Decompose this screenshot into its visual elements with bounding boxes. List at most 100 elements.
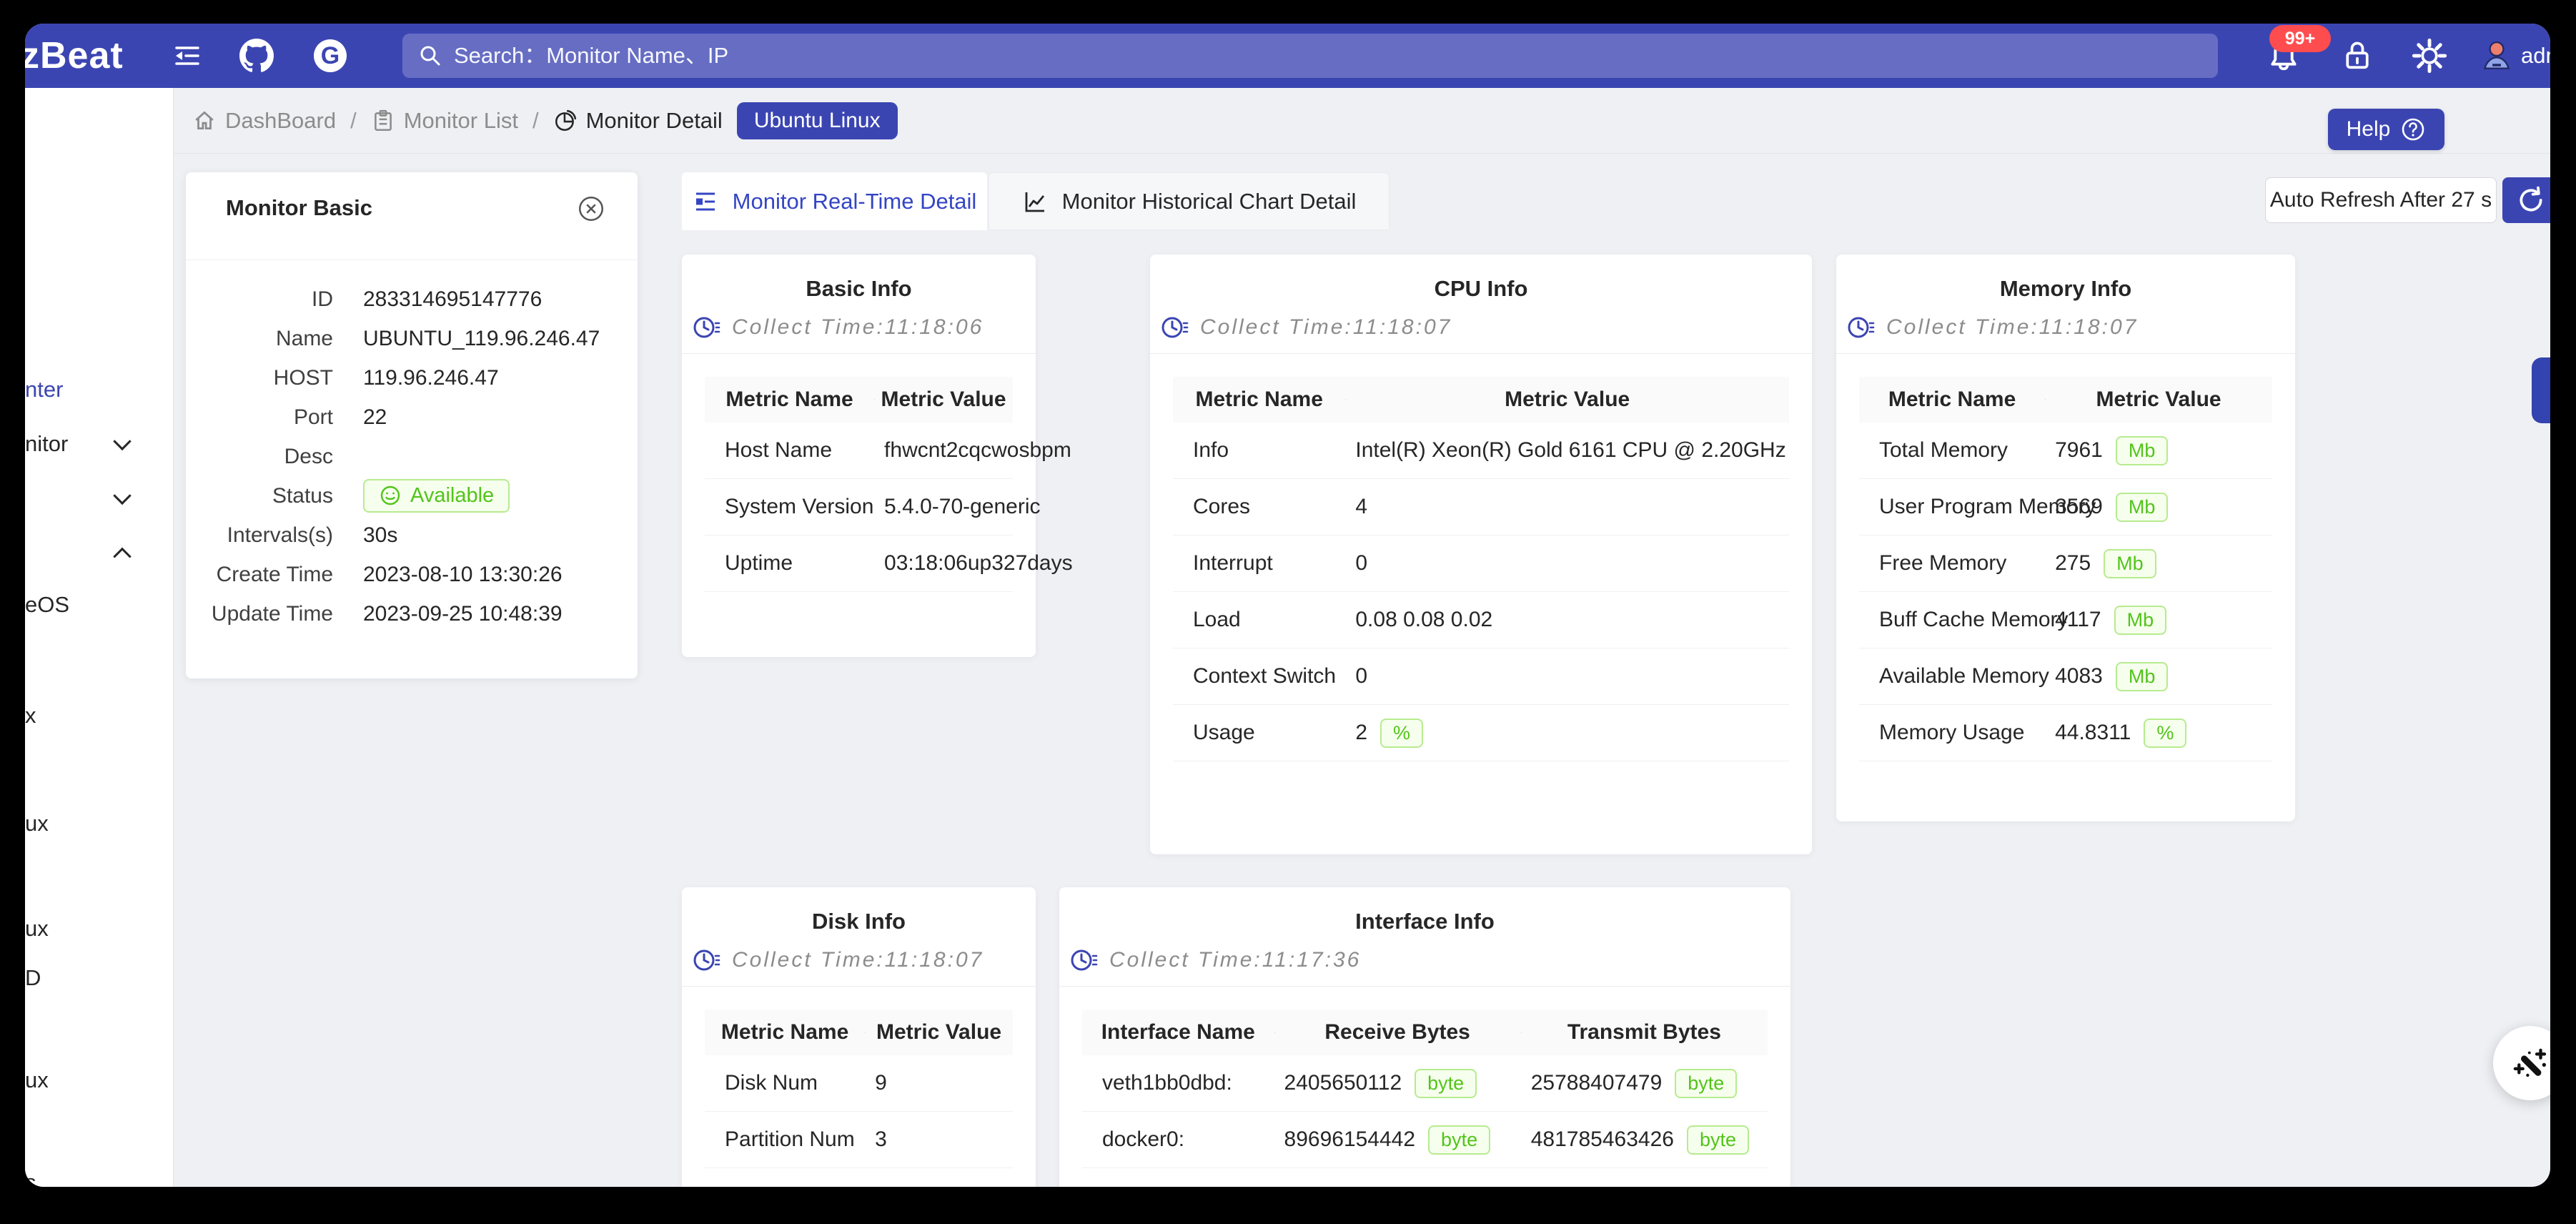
table-row: Interrupt0 xyxy=(1173,536,1789,592)
sidebar-item[interactable]: x xyxy=(25,697,173,734)
field-row-status: Status Available xyxy=(186,476,638,515)
help-button[interactable]: Help xyxy=(2328,109,2444,150)
table-row: System Version5.4.0-70-generic xyxy=(705,479,1013,536)
chevron-down-icon xyxy=(113,487,131,505)
divider xyxy=(682,986,1036,987)
table-row: Usage2% xyxy=(1173,705,1789,761)
divider xyxy=(1836,353,2295,354)
unit-badge: Mb xyxy=(2116,436,2169,465)
refresh-icon xyxy=(2516,185,2546,215)
tab-realtime-detail[interactable]: Monitor Real-Time Detail xyxy=(682,172,987,230)
unit-badge: Mb xyxy=(2116,662,2169,691)
card-title: Basic Info xyxy=(682,255,1036,302)
table-row: Free Memory275Mb xyxy=(1859,536,2272,592)
gitee-icon[interactable]: G xyxy=(314,39,347,72)
collect-time: Collect Time:11:18:07 xyxy=(1846,313,2295,342)
app-logo[interactable]: zBeat xyxy=(25,24,124,88)
github-icon[interactable] xyxy=(239,39,274,73)
avatar-icon[interactable] xyxy=(2478,37,2515,74)
sidebar-item[interactable]: ux xyxy=(25,910,173,947)
gear-icon[interactable] xyxy=(2411,37,2448,74)
divider xyxy=(682,353,1036,354)
menu-fold-icon[interactable] xyxy=(172,41,202,71)
table-row: Disk Num9 xyxy=(705,1055,1013,1112)
list-detail-icon xyxy=(693,189,718,214)
metrics-table: Metric NameMetric Value InfoIntel(R) Xeo… xyxy=(1173,377,1789,761)
sidebar-item[interactable]: eOS xyxy=(25,586,173,623)
memory-info-card: Memory Info Collect Time:11:18:07 Metric… xyxy=(1836,255,2295,821)
table-row: InfoIntel(R) Xeon(R) Gold 6161 CPU @ 2.2… xyxy=(1173,423,1789,479)
table-header: Metric NameMetric Value xyxy=(705,377,1013,423)
table-row: Uptime03:18:06up327days xyxy=(705,536,1013,592)
status-badge: Available xyxy=(363,479,510,513)
app-window: zBeat G 99+ adm nter nitor xyxy=(25,24,2550,1187)
table-row: Load0.08 0.08 0.02 xyxy=(1173,592,1789,648)
divider xyxy=(1150,353,1812,354)
unit-badge: Mb xyxy=(2116,493,2169,522)
table-header: Metric NameMetric Value xyxy=(1859,377,2272,423)
unit-badge: Mb xyxy=(2114,606,2167,635)
collect-time: Collect Time:11:18:07 xyxy=(692,946,1036,974)
magic-wand-fab[interactable] xyxy=(2493,1026,2550,1100)
unit-badge: byte xyxy=(1428,1125,1490,1155)
field-row: ID283314695147776 xyxy=(186,280,638,319)
cpu-info-card: CPU Info Collect Time:11:18:07 Metric Na… xyxy=(1150,255,1812,854)
close-icon[interactable] xyxy=(576,194,606,224)
sidebar: nter nitor eOS x ux ux D ux s xyxy=(25,88,174,1187)
sidebar-item[interactable]: nter xyxy=(25,371,173,408)
table-row: Partition Num3 xyxy=(705,1112,1013,1168)
field-row: HOST119.96.246.47 xyxy=(186,358,638,398)
tab-historical-chart[interactable]: Monitor Historical Chart Detail xyxy=(989,172,1389,230)
sidebar-item[interactable]: s xyxy=(25,1164,173,1187)
collect-time: Collect Time:11:18:07 xyxy=(1160,313,1812,342)
table-row: Buff Cache Memory4117Mb xyxy=(1859,592,2272,648)
unit-badge: % xyxy=(1380,719,1423,748)
monitor-basic-title: Monitor Basic xyxy=(226,195,372,221)
field-row: Desc xyxy=(186,437,638,476)
basic-info-card: Basic Info Collect Time:11:18:06 Metric … xyxy=(682,255,1036,657)
table-row: Available Memory4083Mb xyxy=(1859,648,2272,705)
table-row: Memory Usage44.8311% xyxy=(1859,705,2272,761)
smile-icon xyxy=(379,484,402,507)
sidebar-item[interactable] xyxy=(25,534,173,571)
lock-icon[interactable] xyxy=(2339,38,2375,74)
pie-chart-icon xyxy=(553,109,578,133)
field-row: Create Time2023-08-10 13:30:26 xyxy=(186,555,638,594)
chevron-up-icon xyxy=(113,548,131,566)
interface-info-card: Interface Info Collect Time:11:17:36 Int… xyxy=(1059,887,1790,1187)
unit-badge: byte xyxy=(1687,1125,1749,1155)
breadcrumb-monitor-detail[interactable]: Monitor Detail xyxy=(553,108,723,134)
sidebar-item[interactable]: ux xyxy=(25,1062,173,1099)
field-row: NameUBUNTU_119.96.246.47 xyxy=(186,319,638,358)
unit-badge: Mb xyxy=(2104,549,2156,578)
chevron-down-icon xyxy=(113,433,131,450)
metrics-table: Metric NameMetric Value Disk Num9 Partit… xyxy=(705,1010,1013,1168)
table-row: Cores4 xyxy=(1173,479,1789,536)
table-row: docker0: 89696154442byte 481785463426byt… xyxy=(1082,1112,1768,1168)
table-header: Metric NameMetric Value xyxy=(1173,377,1789,423)
unit-badge: byte xyxy=(1675,1069,1737,1098)
top-nav-bar: zBeat G 99+ adm xyxy=(25,24,2550,88)
field-row: Update Time2023-09-25 10:48:39 xyxy=(186,594,638,633)
card-title: CPU Info xyxy=(1150,255,1812,302)
divider xyxy=(174,153,2550,154)
table-row: Host Namefhwcnt2cqcwosbpm xyxy=(705,423,1013,479)
breadcrumb-separator: / xyxy=(350,108,357,134)
breadcrumb-dashboard[interactable]: DashBoard xyxy=(192,108,336,134)
question-circle-icon xyxy=(2400,117,2426,142)
sidebar-item[interactable] xyxy=(25,480,173,517)
settings-drawer-handle[interactable] xyxy=(2532,357,2550,423)
sidebar-item[interactable]: nitor xyxy=(25,425,173,463)
refresh-button[interactable] xyxy=(2502,177,2550,223)
divider xyxy=(1059,986,1790,987)
interfaces-table: Interface Name Receive Bytes Transmit By… xyxy=(1082,1010,1768,1168)
auto-refresh-button[interactable]: Auto Refresh After 27 s xyxy=(2265,177,2497,223)
sidebar-item[interactable]: ux xyxy=(25,805,173,842)
field-row: Intervals(s)30s xyxy=(186,515,638,555)
search-input[interactable] xyxy=(452,42,2218,69)
username[interactable]: adm xyxy=(2521,24,2550,88)
table-header: Metric NameMetric Value xyxy=(705,1010,1013,1055)
sidebar-item[interactable]: D xyxy=(25,959,173,997)
metrics-table: Metric NameMetric Value Host Namefhwcnt2… xyxy=(705,377,1013,592)
breadcrumb-monitor-list[interactable]: Monitor List xyxy=(371,108,518,134)
